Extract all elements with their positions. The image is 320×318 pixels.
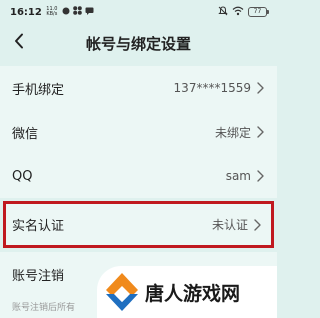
status-time: 16:12 bbox=[10, 6, 42, 18]
row-value: 未绑定 bbox=[214, 125, 251, 140]
message-icon bbox=[85, 7, 94, 18]
chevron-right-icon bbox=[257, 126, 265, 138]
row-phone-binding[interactable]: 手机绑定 137****1559 bbox=[0, 66, 277, 110]
status-left: 16:12 11.0 KB/s bbox=[10, 6, 94, 18]
settings-list: 手机绑定 137****1559 微信 未绑定 QQ sam bbox=[0, 66, 277, 198]
notification-dot-icon bbox=[62, 7, 70, 18]
row-label: 实名认证 bbox=[12, 219, 65, 234]
row-qq[interactable]: QQ sam bbox=[0, 154, 277, 198]
net-speed-indicator: 11.0 KB/s bbox=[45, 7, 59, 17]
status-bar: 16:12 11.0 KB/s 77 bbox=[0, 0, 277, 24]
app-grid-icon bbox=[73, 6, 82, 18]
row-value: 137****1559 bbox=[173, 81, 251, 95]
row-label: QQ bbox=[12, 168, 33, 184]
row-real-name-verification[interactable]: 实名认证 未认证 bbox=[3, 201, 274, 248]
watermark-logo-icon bbox=[103, 271, 141, 313]
page-title: 帐号与绑定设置 bbox=[85, 34, 191, 53]
chevron-left-icon bbox=[14, 33, 24, 53]
battery-icon: 77 bbox=[248, 7, 269, 17]
net-speed-unit: KB/s bbox=[46, 11, 58, 17]
header-bar: 帐号与绑定设置 bbox=[0, 24, 277, 62]
wifi-icon bbox=[232, 6, 244, 19]
chevron-right-icon bbox=[254, 218, 262, 231]
watermark-text: 唐人游戏网 bbox=[145, 282, 241, 305]
row-value: sam bbox=[225, 169, 251, 183]
row-wechat[interactable]: 微信 未绑定 bbox=[0, 110, 277, 154]
row-description: 账号注销后所有 bbox=[12, 303, 76, 313]
row-label: 手机绑定 bbox=[12, 82, 65, 98]
chevron-right-icon bbox=[257, 82, 265, 94]
back-button[interactable] bbox=[6, 30, 32, 56]
watermark: 唐人游戏网 bbox=[97, 266, 277, 318]
row-label: 微信 bbox=[12, 126, 39, 142]
row-label: 账号注销 bbox=[12, 269, 65, 284]
chevron-right-icon bbox=[257, 170, 265, 182]
status-right: 77 bbox=[218, 5, 269, 19]
row-value: 未认证 bbox=[211, 218, 248, 232]
mute-icon bbox=[218, 5, 228, 19]
